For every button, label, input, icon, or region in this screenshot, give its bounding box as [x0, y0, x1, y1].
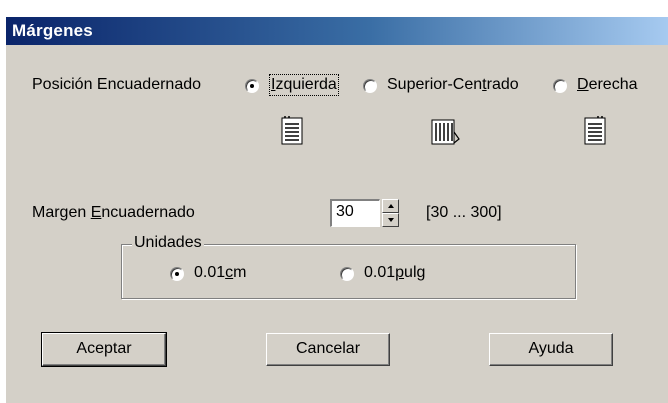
binding-margin-input[interactable]: 30 — [330, 199, 380, 227]
document-left-binding-icon — [281, 116, 303, 145]
radio-left-binding-indicator[interactable] — [245, 79, 259, 93]
radio-top-center-binding-indicator[interactable] — [363, 79, 377, 93]
binding-margin-label: Margen Encuadernado — [32, 204, 195, 221]
radio-unit-cm[interactable]: 0.01cm — [170, 263, 270, 285]
radio-left-binding-label: Izquierda — [269, 74, 339, 96]
spin-up-button[interactable] — [382, 199, 399, 213]
spin-down-button[interactable] — [382, 213, 399, 227]
radio-right-binding[interactable]: Derecha — [553, 75, 658, 97]
window-title: Márgenes — [12, 21, 93, 40]
help-button[interactable]: Ayuda — [489, 333, 613, 366]
accept-button[interactable]: Aceptar — [41, 332, 167, 367]
binding-position-label: Posición Encuadernado — [32, 76, 202, 93]
document-right-binding-icon — [584, 116, 606, 145]
binding-margin-spinner[interactable] — [382, 199, 399, 227]
binding-margin-range: [30 ... 300] — [426, 204, 502, 221]
units-group-label: Unidades — [132, 234, 204, 252]
radio-top-center-binding-label: Superior-Centrado — [387, 76, 519, 93]
radio-right-binding-label: Derecha — [577, 76, 638, 93]
radio-unit-cm-indicator[interactable] — [170, 267, 184, 281]
triangle-down-icon — [388, 218, 394, 222]
radio-unit-inch-indicator[interactable] — [340, 267, 354, 281]
radio-unit-cm-label: 0.01cm — [194, 264, 247, 281]
dialog-body: Posición Encuadernado Izquierda Superior… — [6, 45, 668, 403]
document-top-binding-icon — [431, 119, 460, 145]
title-bar[interactable]: Márgenes — [6, 17, 668, 45]
radio-right-binding-indicator[interactable] — [553, 79, 567, 93]
triangle-up-icon — [388, 204, 394, 208]
radio-unit-inch[interactable]: 0.01pulg — [340, 263, 450, 285]
cancel-button[interactable]: Cancelar — [266, 333, 390, 366]
radio-left-binding[interactable]: Izquierda — [245, 74, 355, 97]
margins-dialog: Márgenes Posición Encuadernado Izquierda… — [0, 0, 668, 403]
radio-unit-inch-label: 0.01pulg — [364, 264, 426, 281]
radio-top-center-binding[interactable]: Superior-Centrado — [363, 75, 541, 97]
